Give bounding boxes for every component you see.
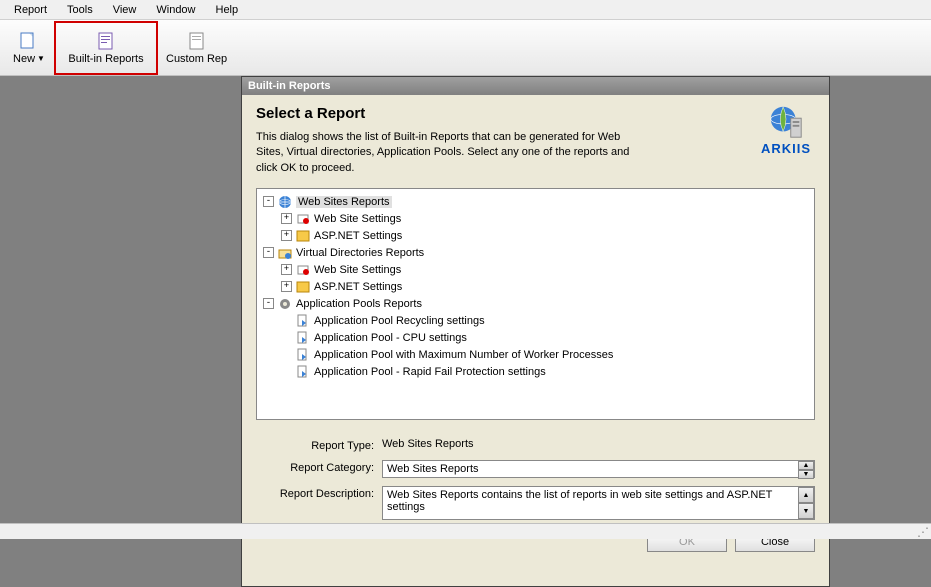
spin-up-icon[interactable]: ▲ (798, 461, 814, 470)
brand-logo: ARKIIS (761, 103, 811, 156)
tree-label: Web Sites Reports (296, 196, 392, 208)
report-category-label: Report Category: (256, 460, 382, 474)
menu-view[interactable]: View (103, 2, 147, 18)
tree-label: Application Pool - CPU settings (314, 332, 467, 344)
menu-report[interactable]: Report (4, 2, 57, 18)
globe-icon (277, 195, 293, 209)
report-description-field[interactable]: Web Sites Reports contains the list of r… (382, 486, 815, 520)
tree-label: Web Site Settings (314, 213, 401, 225)
new-label: New (13, 53, 35, 65)
tree-node-vdirs-child[interactable]: + ASP.NET Settings (259, 278, 812, 295)
tree-label: ASP.NET Settings (314, 230, 402, 242)
gear-icon (277, 297, 293, 311)
builtin-reports-label: Built-in Reports (68, 53, 143, 65)
tree-node-apppools-child[interactable]: Application Pool - Rapid Fail Protection… (259, 363, 812, 380)
tree-node-websites[interactable]: - Web Sites Reports (259, 193, 812, 210)
builtin-reports-button[interactable]: Built-in Reports (56, 23, 156, 73)
report-icon (96, 31, 116, 51)
aspnet-icon (295, 280, 311, 294)
spin-down-icon[interactable]: ▼ (798, 470, 814, 479)
report-type-value: Web Sites Reports (382, 438, 815, 450)
brand-text: ARKIIS (761, 141, 811, 156)
scroll-up-icon[interactable]: ▲ (798, 487, 814, 503)
doc-arrow-icon (295, 331, 311, 345)
scroll-down-icon[interactable]: ▼ (798, 503, 814, 519)
folder-globe-icon (277, 246, 293, 260)
tree-label: Virtual Directories Reports (296, 247, 424, 259)
collapse-icon[interactable]: - (263, 247, 274, 258)
tree-label: Web Site Settings (314, 264, 401, 276)
menu-window[interactable]: Window (146, 2, 205, 18)
expand-icon[interactable]: + (281, 264, 292, 275)
tree-label: ASP.NET Settings (314, 281, 402, 293)
report-category-value: Web Sites Reports (387, 463, 479, 475)
aspnet-icon (295, 229, 311, 243)
resize-grip-icon[interactable]: ⋰ (917, 525, 929, 539)
statusbar: ⋰ (0, 523, 931, 539)
highlighted-builtin-reports: Built-in Reports (54, 21, 158, 75)
expand-icon[interactable]: + (281, 281, 292, 292)
collapse-icon[interactable]: - (263, 298, 274, 309)
menu-tools[interactable]: Tools (57, 2, 103, 18)
report-description-label: Report Description: (256, 486, 382, 500)
new-document-icon (18, 31, 40, 51)
new-button[interactable]: New ▼ (4, 23, 54, 73)
builtin-reports-dialog: Built-in Reports ARKIIS Select a Report … (241, 76, 830, 587)
tree-label: Application Pool with Maximum Number of … (314, 349, 613, 361)
doc-arrow-icon (295, 365, 311, 379)
custom-report-icon (187, 31, 207, 51)
report-description-value: Web Sites Reports contains the list of r… (387, 489, 772, 513)
settings-red-icon (295, 212, 311, 226)
menubar: Report Tools View Window Help (0, 0, 931, 20)
dialog-description: This dialog shows the list of Built-in R… (256, 130, 646, 176)
dialog-heading: Select a Report (256, 105, 815, 122)
tree-node-apppools-child[interactable]: Application Pool Recycling settings (259, 312, 812, 329)
doc-arrow-icon (295, 348, 311, 362)
expand-icon[interactable]: + (281, 230, 292, 241)
settings-red-icon (295, 263, 311, 277)
tree-node-websites-child[interactable]: + ASP.NET Settings (259, 227, 812, 244)
main-area: Built-in Reports ARKIIS Select a Report … (0, 76, 931, 523)
custom-reports-button[interactable]: Custom Rep (158, 23, 235, 73)
report-type-label: Report Type: (256, 438, 382, 452)
tree-node-apppools-child[interactable]: Application Pool with Maximum Number of … (259, 346, 812, 363)
globe-server-icon (767, 103, 805, 141)
menu-help[interactable]: Help (206, 2, 249, 18)
tree-node-websites-child[interactable]: + Web Site Settings (259, 210, 812, 227)
custom-reports-label: Custom Rep (166, 53, 227, 65)
tree-node-vdirs[interactable]: - Virtual Directories Reports (259, 244, 812, 261)
dialog-titlebar[interactable]: Built-in Reports (242, 77, 829, 95)
expand-icon[interactable]: + (281, 213, 292, 224)
report-category-field[interactable]: Web Sites Reports ▲ ▼ (382, 460, 815, 478)
collapse-icon[interactable]: - (263, 196, 274, 207)
report-tree[interactable]: - Web Sites Reports + Web Site Settings … (256, 188, 815, 420)
tree-label: Application Pools Reports (296, 298, 422, 310)
dropdown-arrow-icon: ▼ (37, 54, 45, 63)
doc-arrow-icon (295, 314, 311, 328)
tree-label: Application Pool Recycling settings (314, 315, 485, 327)
toolbar: New ▼ Built-in Reports Custom Rep (0, 20, 931, 76)
tree-node-apppools[interactable]: - Application Pools Reports (259, 295, 812, 312)
tree-node-apppools-child[interactable]: Application Pool - CPU settings (259, 329, 812, 346)
tree-node-vdirs-child[interactable]: + Web Site Settings (259, 261, 812, 278)
tree-label: Application Pool - Rapid Fail Protection… (314, 366, 546, 378)
